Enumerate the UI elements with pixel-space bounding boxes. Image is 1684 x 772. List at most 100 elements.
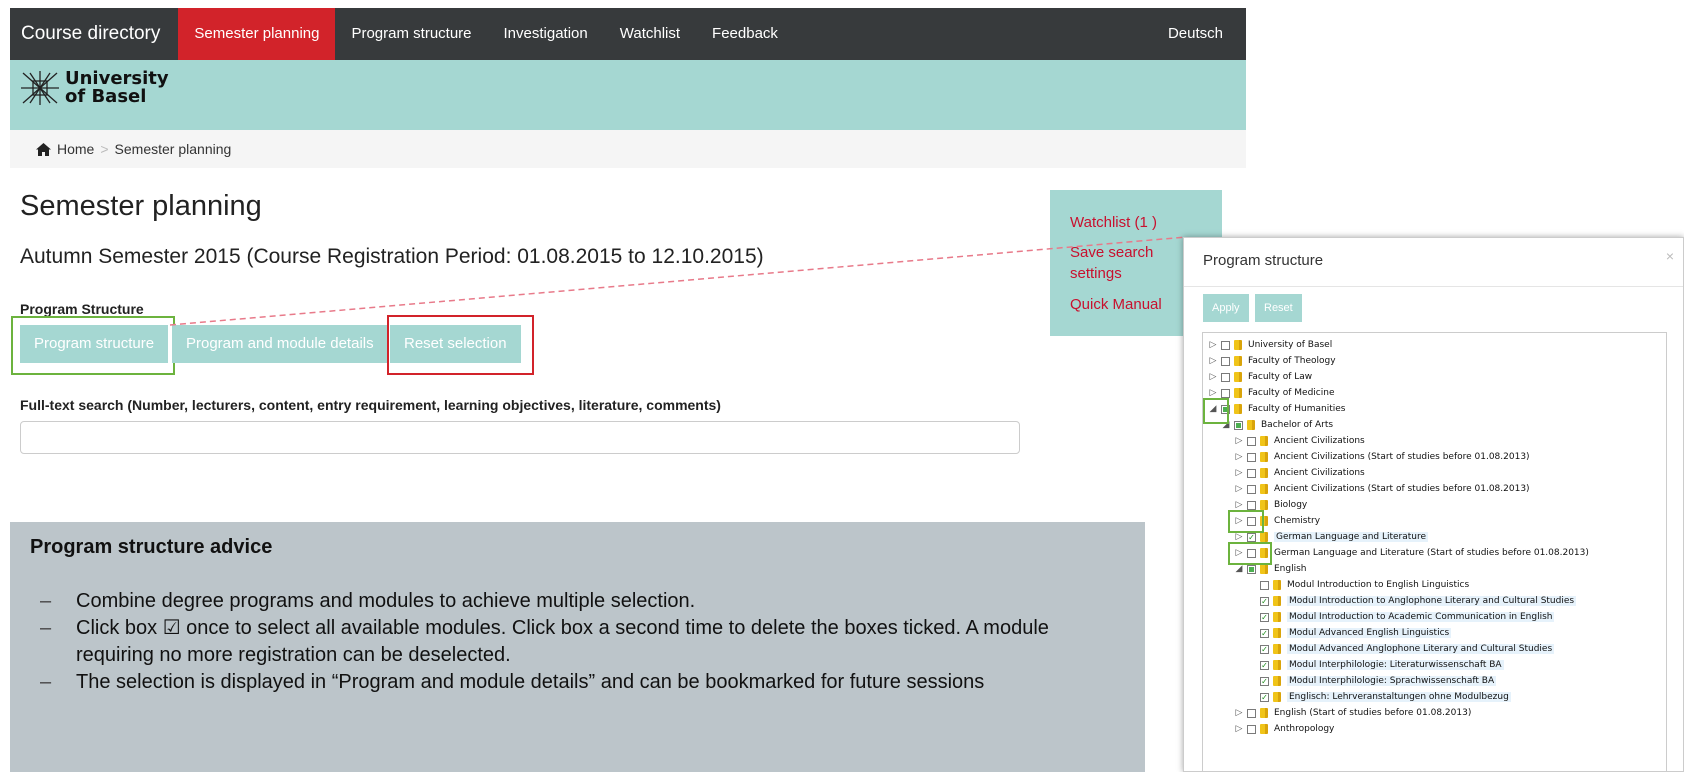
tree-node[interactable]: ▷ Anthropology — [1234, 721, 1334, 737]
tree-checkbox[interactable]: ✓ — [1260, 644, 1269, 654]
university-logo[interactable]: University of Basel — [21, 70, 169, 106]
tree-checkbox[interactable]: ✓ — [1260, 676, 1269, 686]
tree-checkbox[interactable] — [1247, 484, 1256, 494]
folder-icon — [1273, 612, 1281, 622]
expand-icon[interactable]: ▷ — [1208, 372, 1218, 382]
tree-checkbox[interactable] — [1221, 356, 1230, 366]
tree-checkbox[interactable]: ✓ — [1260, 596, 1269, 606]
tree-checkbox[interactable] — [1247, 708, 1256, 718]
folder-icon — [1273, 596, 1281, 606]
expand-icon[interactable]: ▷ — [1234, 500, 1244, 510]
tree-checkbox[interactable]: ✓ — [1260, 628, 1269, 638]
tree-node[interactable]: ▷ German Language and Literature (Start o… — [1234, 545, 1589, 561]
tree-checkbox[interactable] — [1247, 564, 1256, 574]
dash-icon: – — [40, 590, 52, 612]
nav-semester-planning[interactable]: Semester planning — [178, 8, 336, 60]
tree-checkbox[interactable] — [1247, 724, 1256, 734]
tree-node-label: University of Basel — [1248, 340, 1333, 350]
tree-checkbox[interactable] — [1221, 340, 1230, 350]
advice-title: Program structure advice — [30, 536, 273, 558]
tree-node[interactable]: ✓ Modul Advanced Anglophone Literary and … — [1247, 641, 1555, 657]
tree-node[interactable]: ▷ Ancient Civilizations (Start of studies… — [1234, 481, 1530, 497]
expand-icon[interactable]: ▷ — [1208, 388, 1218, 398]
tree-node[interactable]: ▷ English (Start of studies before 01.08.… — [1234, 705, 1471, 721]
expand-icon[interactable]: ▷ — [1234, 452, 1244, 462]
tree-node[interactable]: ✓ Modul Introduction to Academic Communic… — [1247, 609, 1555, 625]
dash-icon: – — [40, 617, 52, 639]
tree-node[interactable]: ▷ Faculty of Law — [1208, 369, 1312, 385]
tree-node[interactable]: Modul Introduction to English Linguistic… — [1247, 577, 1469, 593]
tree-node[interactable]: ▷ Ancient Civilizations — [1234, 465, 1365, 481]
folder-icon — [1260, 484, 1268, 494]
tree-checkbox[interactable]: ✓ — [1247, 532, 1256, 542]
tree-checkbox[interactable] — [1247, 468, 1256, 478]
tree-node-label: Modul Advanced English Linguistics — [1287, 628, 1452, 638]
expand-icon[interactable]: ▷ — [1234, 468, 1244, 478]
collapse-icon[interactable]: ◢ — [1234, 564, 1244, 574]
tree-node[interactable]: ✓ Modul Interphilologie: Literaturwissens… — [1247, 657, 1504, 673]
tree-checkbox[interactable]: ✓ — [1260, 612, 1269, 622]
tree-checkbox[interactable] — [1234, 420, 1243, 430]
watchlist-link[interactable]: Watchlist (1 ) — [1070, 212, 1157, 233]
full-text-search-input[interactable] — [20, 421, 1020, 454]
tree-node-label: Modul Advanced Anglophone Literary and C… — [1287, 644, 1555, 654]
program-structure-dialog: Program structure × Apply Reset ▷ Univers… — [1183, 237, 1684, 772]
folder-icon — [1260, 452, 1268, 462]
tree-node-label: Modul Introduction to Anglophone Literar… — [1287, 596, 1577, 606]
tree-checkbox[interactable] — [1221, 388, 1230, 398]
tree-highlight-english — [1228, 542, 1272, 565]
folder-icon — [1234, 388, 1242, 398]
program-module-details-button[interactable]: Program and module details — [172, 325, 388, 363]
breadcrumb-home[interactable]: Home — [57, 141, 94, 157]
close-icon[interactable]: × — [1666, 248, 1674, 264]
nav-investigation[interactable]: Investigation — [488, 8, 604, 60]
expand-icon[interactable]: ▷ — [1234, 724, 1244, 734]
page-title: Semester planning — [20, 190, 262, 222]
program-structure-button[interactable]: Program structure — [20, 325, 169, 363]
tree-checkbox[interactable]: ✓ — [1260, 660, 1269, 670]
expand-icon[interactable]: ▷ — [1234, 484, 1244, 494]
tree-node[interactable]: ✓ Modul Interphilologie: Sprachwissenscha… — [1247, 673, 1497, 689]
tree-node[interactable]: ▷ University of Basel — [1208, 337, 1332, 353]
tree-checkbox[interactable] — [1260, 580, 1269, 590]
tree-checkbox[interactable]: ✓ — [1260, 692, 1269, 702]
tree-checkbox[interactable] — [1221, 372, 1230, 382]
folder-icon — [1273, 676, 1281, 686]
program-structure-advice: Program structure advice – Combine degree… — [10, 522, 1145, 772]
language-switch[interactable]: Deutsch — [1168, 8, 1223, 60]
brand-link[interactable]: Course directory — [10, 8, 178, 60]
expand-icon[interactable]: ▷ — [1234, 708, 1244, 718]
dialog-divider — [1184, 286, 1683, 287]
folder-icon — [1273, 692, 1281, 702]
quick-manual-link[interactable]: Quick Manual — [1070, 294, 1162, 315]
nav-watchlist[interactable]: Watchlist — [604, 8, 696, 60]
tree-node[interactable]: ▷ Ancient Civilizations — [1234, 433, 1365, 449]
tree-checkbox[interactable] — [1247, 436, 1256, 446]
tree-node[interactable]: ✓ Modul Advanced English Linguistics — [1247, 625, 1452, 641]
tree-node-label: Modul Introduction to English Linguistic… — [1287, 580, 1470, 590]
tree-checkbox[interactable] — [1247, 500, 1256, 510]
tree-node[interactable]: ▷ Faculty of Theology — [1208, 353, 1336, 369]
tree-node-label: Ancient Civilizations (Start of studies … — [1274, 452, 1530, 462]
expand-icon[interactable]: ▷ — [1208, 340, 1218, 350]
tree-node-label: Ancient Civilizations — [1274, 468, 1365, 478]
expand-icon[interactable]: ▷ — [1208, 356, 1218, 366]
breadcrumb-separator: > — [100, 141, 109, 157]
reset-selection-button[interactable]: Reset selection — [390, 325, 521, 363]
apply-button[interactable]: Apply — [1203, 294, 1249, 322]
save-search-settings-link[interactable]: Save search settings — [1070, 242, 1190, 284]
tree-node[interactable]: ◢ Bachelor of Arts — [1221, 417, 1333, 433]
tree-node[interactable]: ✓ Englisch: Lehrveranstaltungen ohne Modu… — [1247, 689, 1511, 705]
tree-node-label: Chemistry — [1274, 516, 1321, 526]
home-icon[interactable] — [36, 142, 51, 156]
folder-icon — [1273, 644, 1281, 654]
tree-node[interactable]: ✓ Modul Introduction to Anglophone Litera… — [1247, 593, 1577, 609]
expand-icon[interactable]: ▷ — [1234, 436, 1244, 446]
expand-icon[interactable]: ▷ — [1234, 532, 1244, 542]
dialog-reset-button[interactable]: Reset — [1255, 294, 1302, 322]
advice-text: The selection is displayed in “Program a… — [76, 671, 985, 693]
tree-node[interactable]: ▷ Ancient Civilizations (Start of studies… — [1234, 449, 1530, 465]
nav-feedback[interactable]: Feedback — [696, 8, 794, 60]
tree-checkbox[interactable] — [1247, 452, 1256, 462]
nav-program-structure[interactable]: Program structure — [335, 8, 487, 60]
